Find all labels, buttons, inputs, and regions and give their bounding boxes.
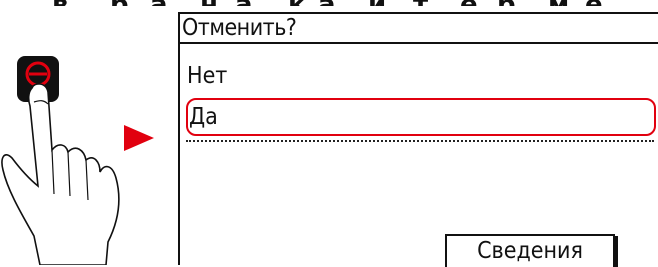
- hand-pressing-stop-illustration: [1, 56, 120, 265]
- option-no-label: Нет: [187, 63, 228, 89]
- option-no[interactable]: Нет: [186, 58, 656, 96]
- list-divider: [186, 140, 654, 142]
- details-button-label: Сведения: [477, 238, 583, 264]
- pointer-arrow-icon: [124, 125, 154, 151]
- button-shadow: [615, 236, 618, 267]
- screen-title-bar: Отменить?: [180, 14, 658, 44]
- details-button[interactable]: Сведения: [445, 234, 615, 267]
- option-yes-label: Да: [189, 104, 218, 130]
- cropped-header-text: в р а н а к а й т е р м е ,: [0, 0, 658, 6]
- option-yes-selected[interactable]: Да: [186, 98, 656, 136]
- screen-title: Отменить?: [182, 15, 297, 41]
- device-screen: Отменить? Нет Да Сведения: [178, 12, 658, 267]
